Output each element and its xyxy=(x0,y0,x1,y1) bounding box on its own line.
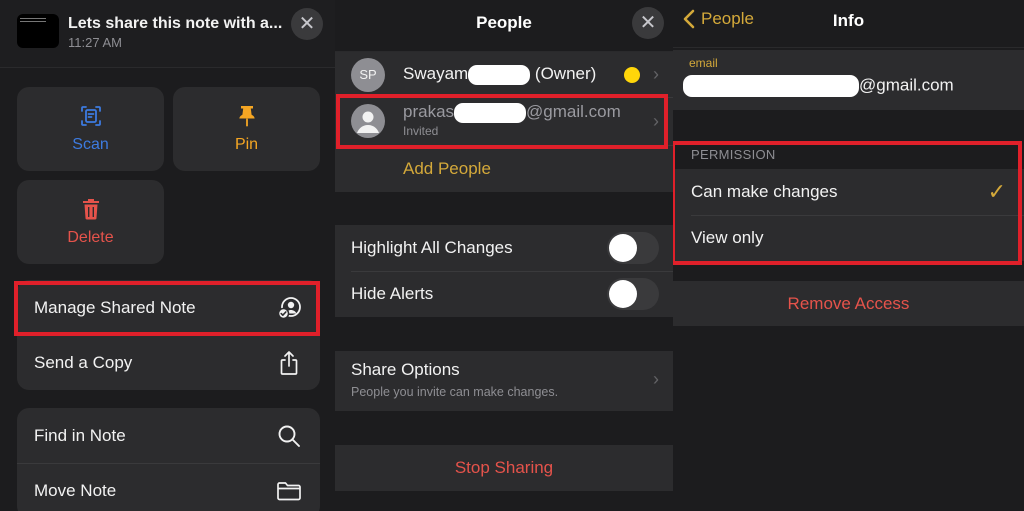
member-name-prefix: Swayam xyxy=(403,64,469,83)
email-field: email @gmail.com xyxy=(673,50,1024,110)
share-icon xyxy=(280,350,298,375)
note-title: Lets share this note with a... xyxy=(68,15,283,32)
member-info-panel: People Info email @gmail.com PERMISSION … xyxy=(673,0,1024,511)
email-value: @gmail.com xyxy=(683,75,954,97)
move-note-item[interactable]: Move Note xyxy=(17,463,320,511)
scan-button[interactable]: Scan xyxy=(17,87,164,171)
permission-options: Can make changes ✓ View only xyxy=(673,169,1024,261)
move-note-label: Move Note xyxy=(34,480,117,500)
hide-alerts-label: Hide Alerts xyxy=(351,284,434,303)
remove-access-label: Remove Access xyxy=(787,293,910,313)
close-icon: ✕ xyxy=(298,13,316,35)
person-circle-checkmark-icon xyxy=(277,296,301,319)
send-a-copy-item[interactable]: Send a Copy xyxy=(17,335,320,390)
share-options-label: Share Options xyxy=(351,360,460,379)
delete-label: Delete xyxy=(67,229,114,246)
email-suffix: @gmail.com xyxy=(859,75,954,95)
permission-option-label: View only xyxy=(691,228,764,247)
add-people-label: Add People xyxy=(403,159,491,178)
share-options-subtitle: People you invite can make changes. xyxy=(351,385,559,399)
avatar xyxy=(351,104,385,138)
pin-button[interactable]: Pin xyxy=(173,87,320,171)
info-header: People Info xyxy=(673,0,1024,48)
scan-document-icon xyxy=(80,106,101,126)
member-email: prakas @gmail.com xyxy=(403,102,621,123)
members-list: SP Swayam (Owner) › prakas @gmail.com Inv… xyxy=(335,52,673,192)
invited-status: Invited xyxy=(403,124,439,138)
permission-option-can-make-changes[interactable]: Can make changes ✓ xyxy=(673,169,1024,215)
redacted-text xyxy=(683,75,859,97)
highlight-all-changes-label: Highlight All Changes xyxy=(351,238,513,257)
person-placeholder-icon xyxy=(357,111,379,133)
close-button[interactable]: ✕ xyxy=(632,7,664,39)
find-in-note-item[interactable]: Find in Note xyxy=(17,408,320,463)
chevron-right-icon: › xyxy=(653,369,659,389)
trash-icon xyxy=(82,199,99,220)
permission-option-view-only[interactable]: View only xyxy=(673,215,1024,261)
highlight-all-changes-row: Highlight All Changes xyxy=(335,225,673,271)
note-actions-group: Find in Note Move Note xyxy=(17,408,320,511)
remove-access-button[interactable]: Remove Access xyxy=(673,281,1024,326)
pin-icon xyxy=(238,106,255,127)
delete-button[interactable]: Delete xyxy=(17,180,164,264)
note-actions-sheet: Lets share this note with a... 11:27 AM … xyxy=(0,0,335,511)
stop-sharing-label: Stop Sharing xyxy=(454,458,554,477)
permission-option-label: Can make changes xyxy=(691,182,838,201)
info-title: Info xyxy=(832,11,865,30)
redacted-text xyxy=(454,102,527,123)
close-button[interactable]: ✕ xyxy=(291,8,323,40)
people-title: People xyxy=(476,13,532,32)
add-people-button[interactable]: Add People xyxy=(335,146,673,192)
close-icon: ✕ xyxy=(639,12,657,34)
member-row-invited[interactable]: prakas @gmail.com Invited › xyxy=(335,97,673,145)
sharing-actions-group: Manage Shared Note Send a Copy xyxy=(17,280,320,390)
note-timestamp: 11:27 AM xyxy=(68,35,122,50)
search-icon xyxy=(278,425,300,447)
people-header: People ✕ xyxy=(335,0,673,52)
member-email-prefix: prakas xyxy=(403,102,455,121)
sheet-header: Lets share this note with a... 11:27 AM … xyxy=(0,0,335,68)
owner-tag: (Owner) xyxy=(534,64,597,83)
manage-shared-note-item[interactable]: Manage Shared Note xyxy=(17,280,320,335)
preferences-list: Highlight All Changes Hide Alerts xyxy=(335,225,673,317)
pin-label: Pin xyxy=(234,136,259,153)
send-a-copy-label: Send a Copy xyxy=(34,352,133,372)
chevron-right-icon: › xyxy=(653,110,659,131)
permission-section-header: PERMISSION xyxy=(691,147,776,162)
status-dot xyxy=(624,66,640,83)
member-email-suffix: @gmail.com xyxy=(526,102,621,121)
email-label: email xyxy=(689,56,718,70)
stop-sharing-button[interactable]: Stop Sharing xyxy=(335,445,673,491)
chevron-right-icon: › xyxy=(653,64,659,84)
note-thumbnail xyxy=(17,14,59,48)
manage-shared-note-label: Manage Shared Note xyxy=(34,297,196,317)
people-panel: People ✕ SP Swayam (Owner) › prakas@gma xyxy=(335,0,673,511)
highlight-all-changes-toggle[interactable] xyxy=(607,232,659,264)
member-row-owner[interactable]: SP Swayam (Owner) › xyxy=(335,52,673,97)
hide-alerts-toggle[interactable] xyxy=(607,278,659,310)
member-name: Swayam (Owner) xyxy=(403,64,596,85)
redacted-text xyxy=(468,64,531,85)
share-options-button[interactable]: Share Options People you invite can make… xyxy=(335,351,673,411)
hide-alerts-row: Hide Alerts xyxy=(335,271,673,317)
checkmark-icon: ✓ xyxy=(987,179,1006,204)
scan-label: Scan xyxy=(72,136,109,153)
avatar: SP xyxy=(351,57,385,92)
find-in-note-label: Find in Note xyxy=(34,425,126,445)
folder-icon xyxy=(277,481,301,500)
